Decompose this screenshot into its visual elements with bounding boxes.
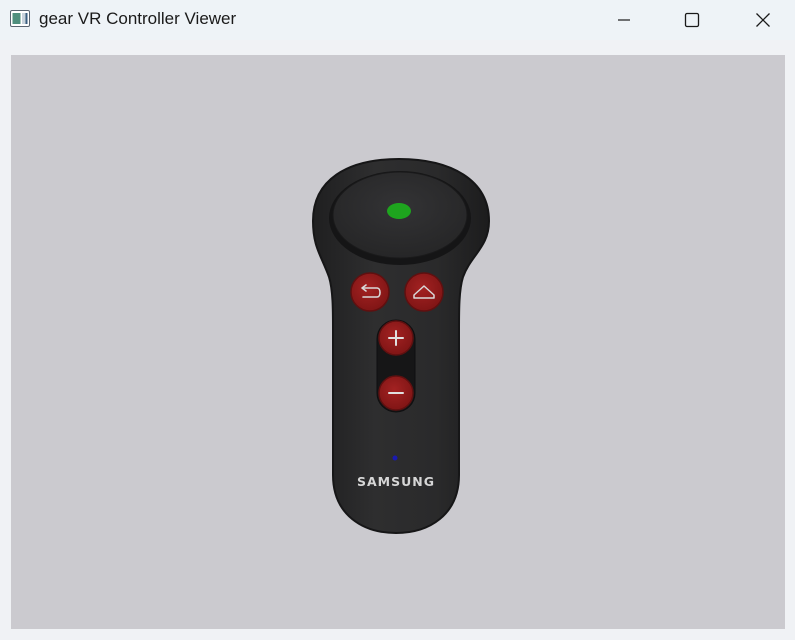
window-title: gear VR Controller Viewer [39, 9, 237, 28]
status-led [392, 455, 398, 461]
maximize-button[interactable] [669, 0, 715, 40]
brand-label: SAMSUNG [357, 474, 435, 489]
back-button[interactable] [350, 272, 390, 312]
3d-viewport[interactable]: SAMSUNG [11, 55, 785, 629]
close-icon [756, 13, 770, 27]
app-icon [10, 10, 30, 27]
gear-vr-controller-model: SAMSUNG [311, 157, 491, 535]
title-bar[interactable]: gear VR Controller Viewer [0, 0, 795, 40]
minimize-icon [618, 19, 630, 21]
minimize-button[interactable] [601, 0, 647, 40]
app-window: gear VR Controller Viewer SAMSUNG [0, 0, 795, 640]
touchpad-indicator [387, 203, 411, 219]
home-button[interactable] [404, 272, 444, 312]
close-button[interactable] [740, 0, 786, 40]
maximize-icon [684, 12, 700, 28]
